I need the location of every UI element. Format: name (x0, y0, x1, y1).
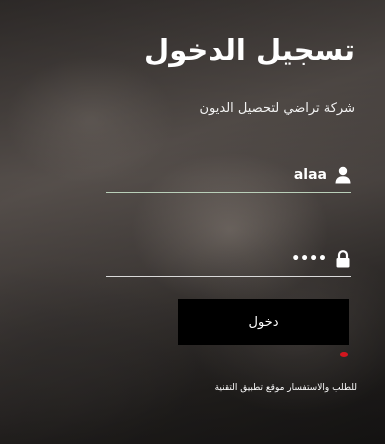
username-field-row (106, 160, 351, 193)
password-input[interactable] (112, 248, 327, 270)
user-icon (335, 166, 351, 184)
password-field-row (106, 244, 351, 277)
username-input[interactable] (112, 164, 327, 186)
error-indicator-dot (340, 352, 348, 357)
login-card: تسجيل الدخول شركة تراضي لتحصيل الديون دخ… (0, 0, 385, 444)
footer-link[interactable]: للطلب والاستفسار موقع تطبيق التقنية (215, 381, 357, 395)
company-name: شركة تراضي لتحصيل الديون (199, 101, 356, 116)
lock-icon (335, 250, 351, 268)
page-title: تسجيل الدخول (144, 33, 355, 67)
login-button[interactable]: دخول (178, 299, 349, 345)
